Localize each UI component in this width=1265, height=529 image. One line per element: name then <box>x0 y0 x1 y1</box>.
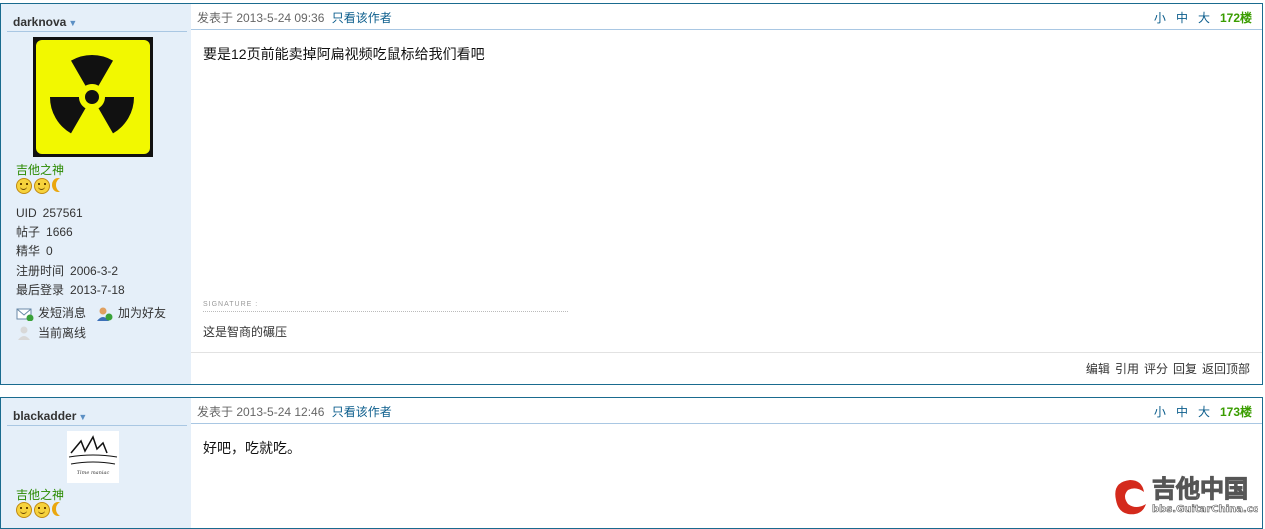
post-content: 好吧，吃就吃。 <box>203 440 301 456</box>
post-date: 发表于 2013-5-24 12:46 <box>197 405 325 419</box>
header-divider <box>191 29 1262 30</box>
watermark-title: 吉他中国 <box>1152 475 1248 503</box>
smiley-icon <box>34 178 50 194</box>
stat-posts: 帖子 1666 <box>16 225 73 240</box>
send-message-link[interactable]: 发短消息 加为好友 <box>16 304 166 324</box>
chevron-down-icon[interactable]: ▼ <box>78 412 87 422</box>
online-status: 当前离线 <box>16 324 166 344</box>
user-actions: 发短消息 加为好友 当前离线 <box>16 304 166 343</box>
rank-icons <box>16 178 68 194</box>
stat-digest: 精华 0 <box>16 244 53 259</box>
add-friend-link[interactable]: 加为好友 <box>118 304 166 324</box>
post-173: blackadder ▼ Time maniac 吉他之神 发表于 2013-5-… <box>0 397 1263 529</box>
footer-divider <box>191 352 1262 353</box>
user-rank: 吉他之神 <box>16 488 65 502</box>
font-large-link[interactable]: 大 <box>1198 11 1210 25</box>
stat-registered: 注册时间 2006-3-2 <box>16 263 119 278</box>
moon-icon <box>56 178 68 192</box>
signature: 这是智商的碾压 <box>203 325 288 339</box>
smiley-icon <box>16 502 32 518</box>
user-stats: UID 257561 帖子 1666 精华 0 注册时间 2006-3-2 最后登录 20… <box>16 204 125 300</box>
post-actions: 编辑 引用 评分 回复 返回顶部 <box>1081 360 1250 377</box>
floor-number[interactable]: 173楼 <box>1220 405 1252 419</box>
smiley-icon <box>34 502 50 518</box>
post-header: 发表于 2013-5-24 09:36 只看该作者 小中大 172楼 <box>197 9 1252 27</box>
font-medium-link[interactable]: 中 <box>1176 405 1188 419</box>
font-size-switcher: 小中大 173楼 <box>1144 403 1252 420</box>
only-author-link[interactable]: 只看该作者 <box>332 405 392 419</box>
user-rank: 吉他之神 <box>16 163 65 177</box>
post-content: 要是12页前能卖掉阿扁视频吃鼠标给我们看吧 <box>203 46 485 62</box>
chevron-down-icon[interactable]: ▼ <box>68 18 77 28</box>
avatar[interactable] <box>33 37 153 157</box>
font-large-link[interactable]: 大 <box>1198 405 1210 419</box>
back-to-top-link[interactable]: 返回顶部 <box>1202 362 1250 376</box>
rate-link[interactable]: 评分 <box>1144 362 1168 376</box>
moon-icon <box>56 502 68 516</box>
font-size-switcher: 小中大 172楼 <box>1144 9 1252 26</box>
post-header: 发表于 2013-5-24 12:46 只看该作者 小中大 173楼 <box>197 403 1252 421</box>
stat-last-login: 最后登录 2013-7-18 <box>16 282 125 297</box>
header-divider <box>191 423 1262 424</box>
message-icon <box>16 308 34 321</box>
font-small-link[interactable]: 小 <box>1154 405 1166 419</box>
quote-link[interactable]: 引用 <box>1115 362 1139 376</box>
author-sidebar: blackadder ▼ Time maniac 吉他之神 <box>1 398 191 528</box>
author-name[interactable]: darknova ▼ <box>13 15 77 29</box>
floor-number[interactable]: 172楼 <box>1220 11 1252 25</box>
post-date: 发表于 2013-5-24 09:36 <box>197 11 325 25</box>
reply-link[interactable]: 回复 <box>1173 362 1197 376</box>
rank-icons <box>16 502 68 518</box>
add-friend-icon <box>97 307 113 321</box>
author-sidebar: darknova ▼ 吉他之神 UID 257561 帖子 1666 精华 0 注册时间… <box>1 4 191 384</box>
divider <box>7 31 187 32</box>
author-name[interactable]: blackadder ▼ <box>13 409 87 423</box>
font-medium-link[interactable]: 中 <box>1176 11 1188 25</box>
offline-user-icon <box>18 326 30 341</box>
post-172: darknova ▼ 吉他之神 UID 257561 帖子 1666 精华 0 注册时间… <box>0 3 1263 385</box>
avatar-caption: Time maniac <box>77 470 110 476</box>
signature-label: SIGNATURE : <box>203 301 568 312</box>
avatar[interactable]: Time maniac <box>67 431 119 483</box>
site-watermark: 吉他中国 bbs.GuitarChina.com <box>1115 475 1258 515</box>
stat-uid: UID 257561 <box>16 206 83 220</box>
smiley-icon <box>16 178 32 194</box>
post-body: 发表于 2013-5-24 12:46 只看该作者 小中大 173楼 好吧，吃就吃… <box>191 398 1262 528</box>
post-body: 发表于 2013-5-24 09:36 只看该作者 小中大 172楼 要是12页前… <box>191 4 1262 384</box>
dragon-logo-icon <box>1115 480 1146 515</box>
watermark-url: bbs.GuitarChina.com <box>1152 504 1258 515</box>
divider <box>7 425 187 426</box>
font-small-link[interactable]: 小 <box>1154 11 1166 25</box>
only-author-link[interactable]: 只看该作者 <box>332 11 392 25</box>
edit-link[interactable]: 编辑 <box>1086 362 1110 376</box>
